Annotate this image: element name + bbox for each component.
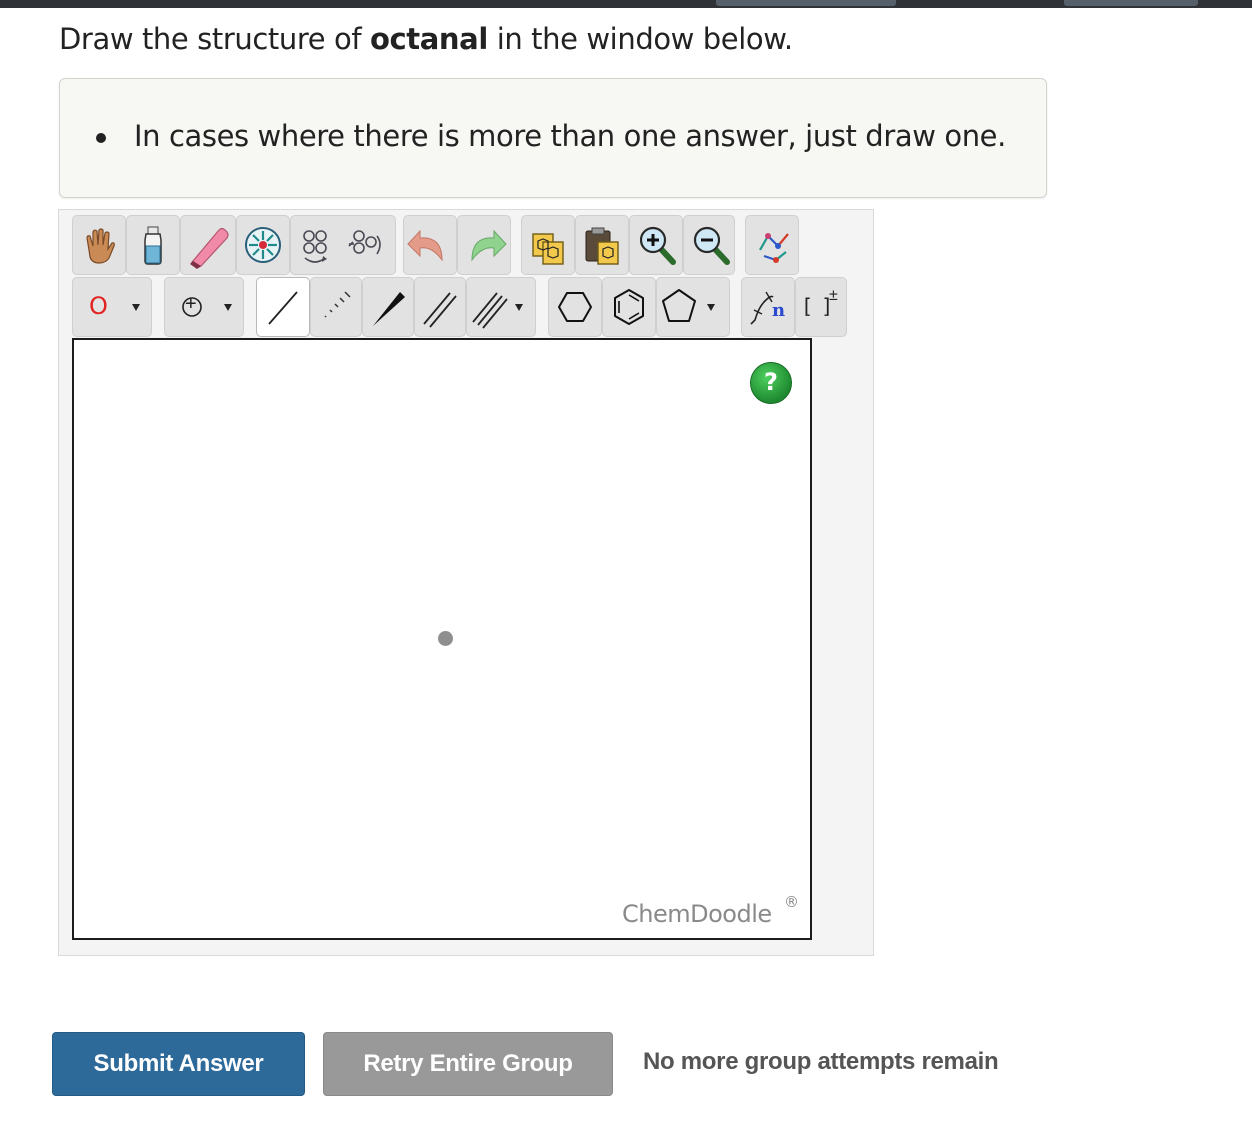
clear-button[interactable] [126,215,180,275]
help-label: ? [764,368,778,396]
charge-button[interactable]: + [164,277,244,337]
clean-structure-icon [759,233,789,263]
clean-structure-button[interactable] [745,215,799,275]
wedge-bond-button[interactable] [362,277,414,337]
clear-bottle-icon [144,226,162,265]
single-bond-button[interactable] [256,277,310,337]
zoom-in-icon [639,226,676,265]
attempts-status-text: No more group attempts remain [643,1048,999,1075]
zoom-in-button[interactable] [629,215,683,275]
undo-button[interactable] [403,215,457,275]
triple-bond-button[interactable] [466,277,536,337]
top-nav-bar [0,0,1252,8]
hand-tool-button[interactable] [72,215,126,275]
benzene-button[interactable] [602,277,656,337]
drawing-canvas[interactable]: ? ChemDoodle ® [72,338,812,940]
eraser-button[interactable] [180,215,236,275]
cyclopentane-button[interactable] [656,277,730,337]
retry-entire-group-button[interactable]: Retry Entire Group [323,1032,613,1096]
bracket-label: [ ] [801,294,833,318]
center-button[interactable] [236,215,290,275]
hint-box: In cases where there is more than one an… [59,78,1047,198]
paste-icon [585,227,619,265]
copy-button[interactable] [521,215,575,275]
redo-icon [471,229,507,262]
cyclopentane-icon [662,289,715,322]
hand-icon [86,228,115,264]
repeat-unit-button[interactable]: n [741,277,795,337]
compound-name: octanal [369,22,488,56]
cyclohexane-icon [558,292,592,322]
undo-icon [407,229,443,262]
triple-bond-icon [472,292,523,329]
repeat-unit-icon [750,291,774,325]
cyclohexane-button[interactable] [548,277,602,337]
canvas-center-dot [438,631,453,646]
zoom-out-button[interactable] [683,215,735,275]
double-bond-icon [423,292,457,328]
hint-item: In cases where there is more than one an… [96,119,1006,153]
double-bond-button[interactable] [414,277,466,337]
single-bond-icon [268,291,298,325]
benzene-icon [614,289,644,325]
hash-bond-icon [324,291,351,318]
help-button[interactable]: ? [750,362,792,404]
wedge-bond-icon [373,292,405,326]
question-suffix: in the window below. [487,22,793,56]
atom-label-button[interactable]: O [72,277,152,337]
charge-plus-icon [182,297,232,317]
copy-icon [532,233,564,265]
question-prompt: Draw the structure of octanal in the win… [59,22,793,56]
center-icon [245,227,281,263]
flip-rotate-button[interactable] [290,215,396,275]
submit-answer-button[interactable]: Submit Answer [52,1032,305,1096]
chemdoodle-watermark: ChemDoodle [622,900,772,928]
paste-button[interactable] [575,215,629,275]
hint-list: In cases where there is more than one an… [96,119,1006,153]
repeat-unit-label: n [772,300,786,321]
top-nav-tab[interactable] [1064,0,1198,6]
charge-plus-label: + [185,293,197,315]
zoom-out-icon [693,226,730,265]
chevron-down-icon[interactable] [73,278,151,336]
redo-button[interactable] [457,215,511,275]
hash-bond-button[interactable] [310,277,362,337]
top-nav-tab[interactable] [716,0,896,6]
registered-mark: ® [784,893,799,911]
eraser-icon [190,227,229,269]
bracket-charge-label: ± [829,287,838,304]
question-prefix: Draw the structure of [59,22,370,56]
flip-rotate-icon [303,230,381,263]
bracket-charge-button[interactable]: [ ] ± [795,277,847,337]
